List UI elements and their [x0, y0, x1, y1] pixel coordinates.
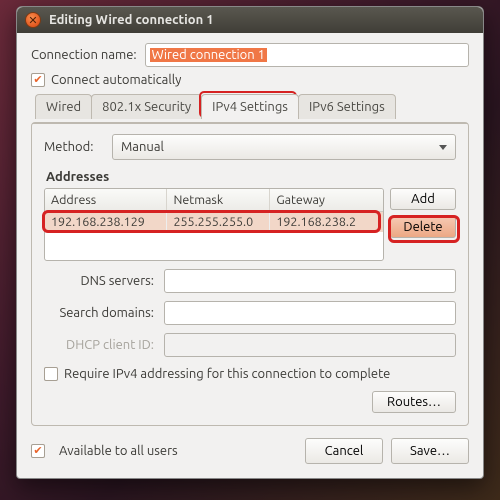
window-title: Editing Wired connection 1: [49, 13, 214, 27]
col-gateway[interactable]: Gateway: [270, 189, 383, 212]
cell-address[interactable]: 192.168.238.129: [45, 212, 167, 232]
require-ipv4-checkbox[interactable]: [44, 367, 58, 381]
routes-button[interactable]: Routes…: [372, 391, 456, 413]
method-label: Method:: [44, 140, 104, 154]
tab-wired[interactable]: Wired: [35, 94, 92, 119]
close-icon[interactable]: ✕: [25, 12, 41, 28]
tab-ipv4-settings[interactable]: IPv4 Settings: [201, 94, 299, 119]
addresses-header-row: Address Netmask Gateway: [45, 189, 383, 212]
network-connection-dialog: ✕ Editing Wired connection 1 Connection …: [16, 6, 484, 479]
connect-automatically-checkbox[interactable]: [31, 73, 45, 87]
cancel-button[interactable]: Cancel: [305, 438, 383, 464]
method-value: Manual: [121, 140, 164, 154]
dhcp-client-id-label: DHCP client ID:: [44, 338, 164, 352]
col-netmask[interactable]: Netmask: [167, 189, 270, 212]
save-button[interactable]: Save…: [391, 438, 469, 464]
add-button[interactable]: Add: [390, 188, 456, 210]
connection-name-input[interactable]: Wired connection 1: [145, 43, 469, 67]
available-to-all-label: Available to all users: [59, 444, 178, 458]
method-select[interactable]: Manual: [112, 134, 456, 160]
available-to-all-checkbox[interactable]: [31, 444, 45, 458]
col-address[interactable]: Address: [45, 189, 167, 212]
dns-servers-input[interactable]: [164, 269, 456, 293]
tabs-frame: Method: Manual Addresses Address Netmask: [31, 122, 469, 426]
require-ipv4-label: Require IPv4 addressing for this connect…: [64, 367, 390, 381]
search-domains-input[interactable]: [164, 301, 456, 325]
connect-automatically-label: Connect automatically: [51, 73, 181, 87]
tab-8021x-security[interactable]: 802.1x Security: [91, 94, 202, 119]
tab-ipv6-settings[interactable]: IPv6 Settings: [298, 94, 396, 119]
connection-name-value: Wired connection 1: [150, 48, 267, 62]
chevron-down-icon: [439, 145, 447, 150]
addresses-table[interactable]: Address Netmask Gateway 192.168.238.129 …: [44, 188, 384, 261]
dhcp-client-id-input: [164, 333, 456, 357]
addresses-heading: Addresses: [46, 170, 456, 184]
search-domains-label: Search domains:: [44, 306, 164, 320]
cell-netmask[interactable]: 255.255.255.0: [167, 212, 270, 232]
cell-gateway[interactable]: 192.168.238.2: [270, 212, 383, 232]
dns-servers-label: DNS servers:: [44, 274, 164, 288]
titlebar[interactable]: ✕ Editing Wired connection 1: [17, 7, 483, 33]
addresses-row[interactable]: 192.168.238.129 255.255.255.0 192.168.23…: [45, 212, 383, 232]
tabpane-ipv4: Method: Manual Addresses Address Netmask: [32, 123, 468, 425]
connection-name-label: Connection name:: [31, 48, 137, 62]
delete-button[interactable]: Delete: [390, 216, 456, 238]
tab-row: Wired 802.1x Security IPv4 Settings IPv6…: [31, 94, 469, 119]
